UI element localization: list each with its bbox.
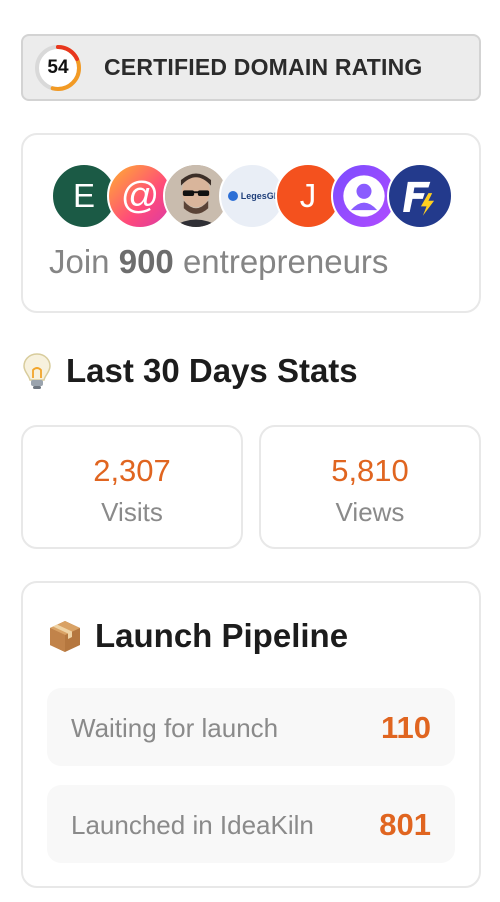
views-value: 5,810 (331, 453, 409, 488)
visits-card: 2,307 Visits (21, 425, 243, 549)
brand-logo-icon (390, 166, 450, 226)
join-suffix: entrepreneurs (182, 243, 389, 280)
avatar-letter: J (299, 177, 317, 214)
pipeline-title: Launch Pipeline (47, 617, 348, 655)
visits-label: Visits (101, 497, 163, 527)
domain-rating-label: CERTIFIED DOMAIN RATING (104, 54, 423, 80)
stats-title-text: Last 30 Days Stats (66, 352, 358, 389)
package-icon (50, 621, 80, 652)
domain-rating-gauge: 54 (33, 43, 83, 93)
stats-title: Last 30 Days Stats (22, 352, 358, 390)
join-count: 900 (118, 243, 174, 280)
views-card: 5,810 Views (259, 425, 481, 549)
avatar (387, 163, 453, 229)
join-text: Join 900 entrepreneurs (49, 243, 388, 281)
avatar-letter: E (72, 177, 95, 214)
at-icon: @ (120, 174, 160, 217)
legesgi-logo: LegesGI (227, 191, 276, 201)
logo-dot-icon (227, 191, 238, 201)
lightbulb-icon (23, 353, 51, 389)
pipeline-row-value: 801 (379, 807, 431, 842)
pipeline-title-text: Launch Pipeline (95, 617, 349, 654)
launch-pipeline-card: Launch Pipeline Waiting for launch 110 L… (21, 581, 481, 888)
pipeline-row-waiting[interactable]: Waiting for launch 110 (47, 688, 455, 766)
pipeline-row-value: 110 (380, 710, 431, 745)
person-photo-icon (165, 165, 227, 227)
join-prefix: Join (49, 243, 110, 280)
pipeline-row-launched[interactable]: Launched in IdeaKiln 801 (47, 785, 455, 863)
views-label: Views (335, 497, 405, 527)
avatar-stack: E @ LegesGI J (51, 163, 461, 229)
pipeline-row-label: Launched in IdeaKiln (71, 810, 314, 840)
pipeline-row-label: Waiting for launch (71, 713, 279, 743)
visits-value: 2,307 (93, 453, 171, 488)
domain-rating-score: 54 (47, 56, 69, 78)
user-silhouette-icon (343, 175, 385, 217)
entrepreneurs-card[interactable]: E @ LegesGI J Join 900 entrepreneurs (21, 133, 481, 313)
domain-rating-badge[interactable]: 54 CERTIFIED DOMAIN RATING (21, 34, 481, 101)
